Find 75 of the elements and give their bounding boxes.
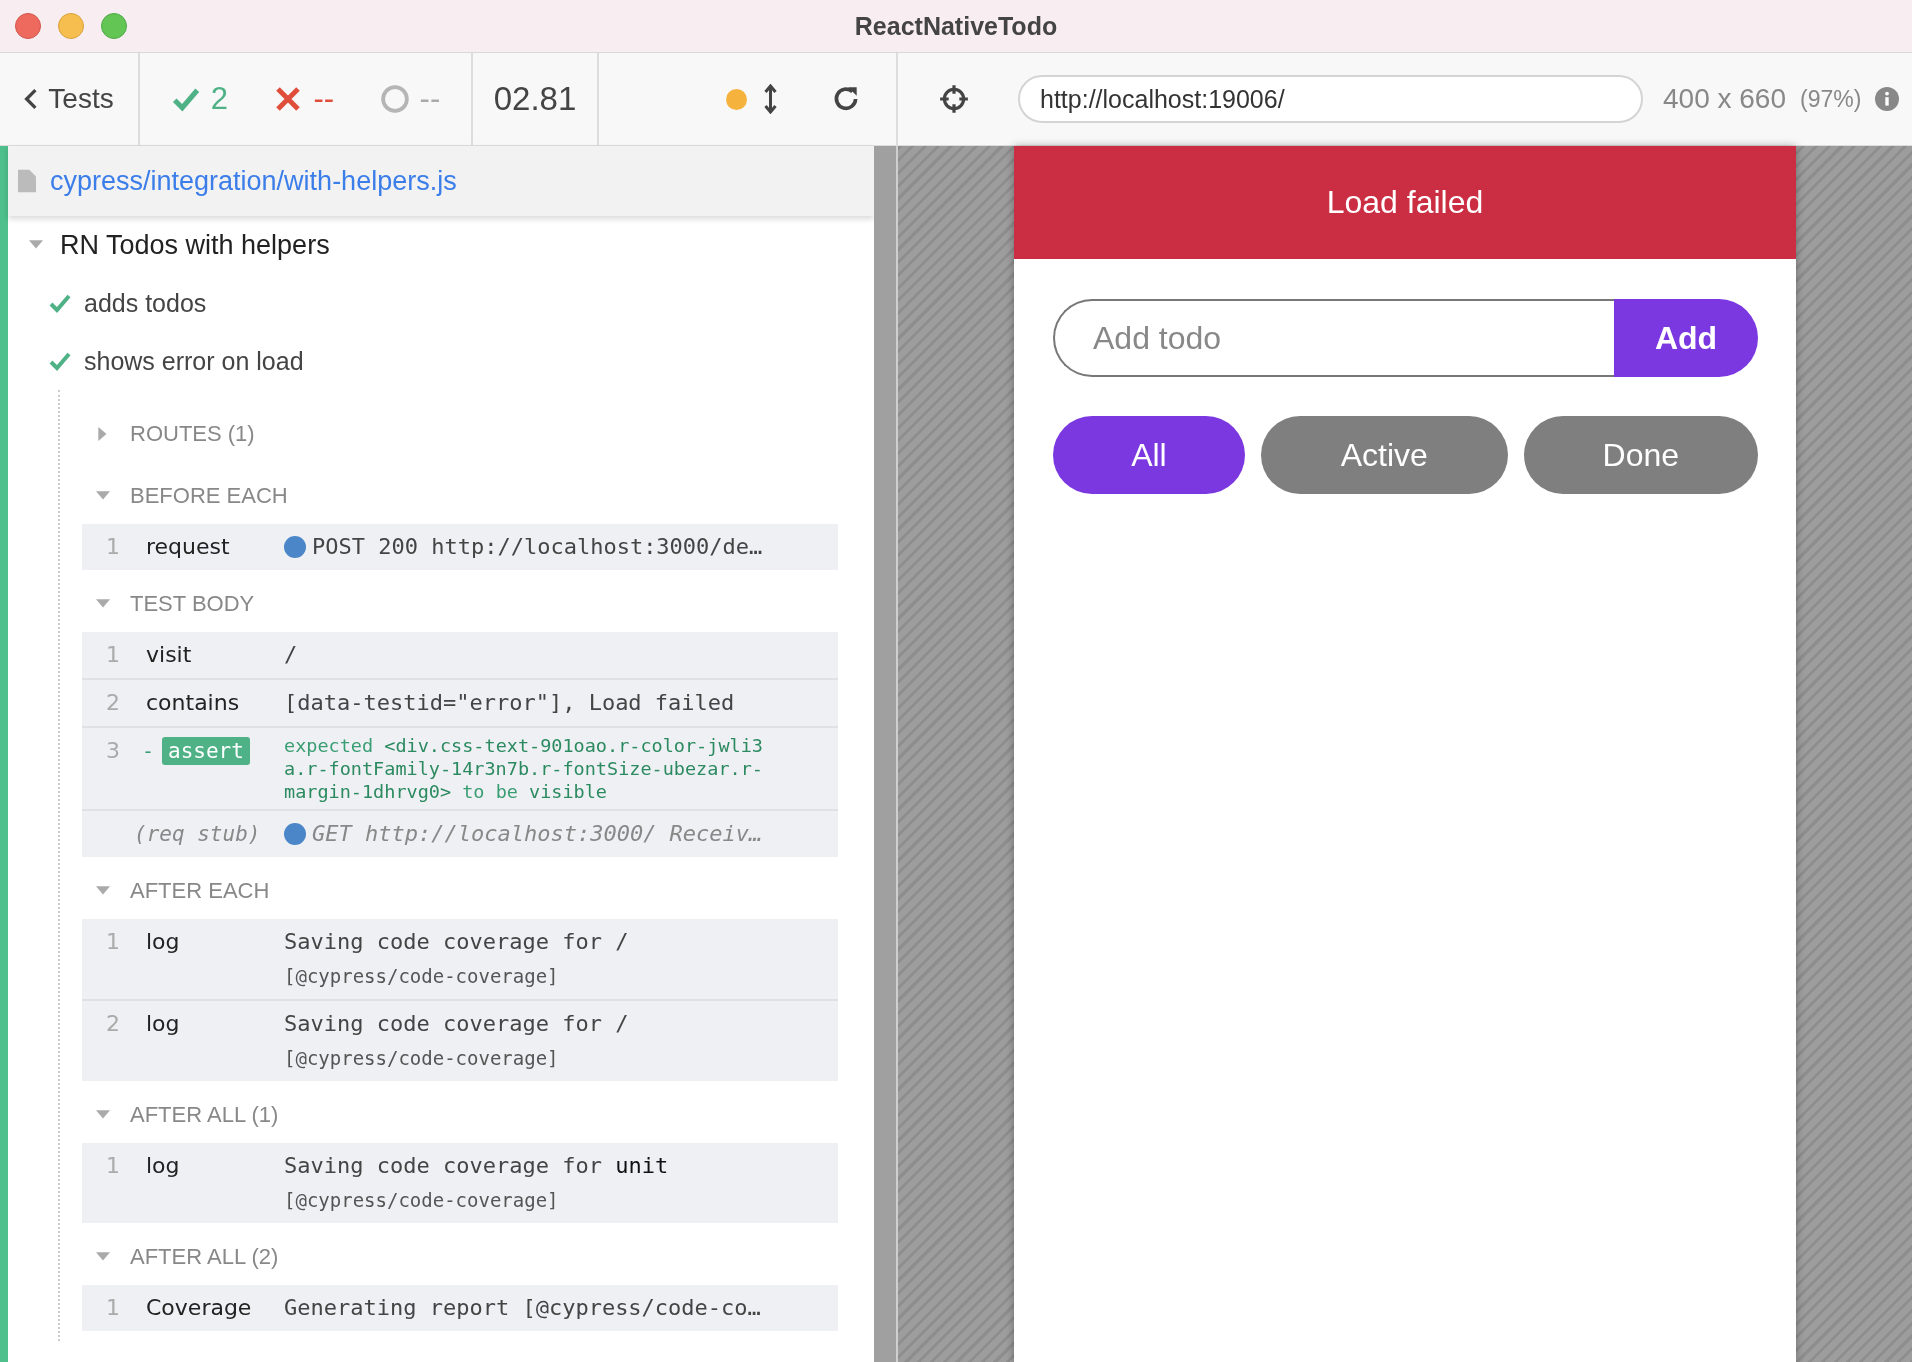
command-message: expected <div.css-text-901oao.r-color-jwli3a.r-fontFamily-14r3n7b.r-fontSize-ubezar.r-margin-1dhrvg0> to be visible — [284, 734, 764, 803]
line-number: 2 — [105, 1010, 120, 1038]
command-message: / — [284, 641, 298, 669]
add-button[interactable]: Add — [1614, 299, 1758, 377]
section-title[interactable]: AFTER ALL (1) — [130, 1102, 279, 1128]
line-number: 3 — [105, 737, 120, 765]
test-title[interactable]: adds todos — [84, 288, 207, 318]
line-number: 2 — [105, 689, 120, 717]
command-name: assert — [162, 737, 250, 765]
todo-input-field[interactable]: Add todo — [1053, 299, 1614, 377]
status-dot-icon — [726, 88, 747, 110]
close-button[interactable] — [15, 13, 41, 39]
command-row[interactable]: 3 - assert expected <div.css-text-901oao.r-color-jwli3a.r-fontFamily-14r3n7b.r-fontSize-ubezar.r-margin-1dhrvg0> to be visible — [82, 728, 838, 811]
filter-button[interactable]: Done — [1523, 416, 1758, 494]
line-number: 1 — [105, 1294, 120, 1322]
command-detail: [@cypress/code-coverage] — [284, 1046, 560, 1071]
filter-button[interactable]: All — [1053, 416, 1245, 494]
command-row[interactable]: 2 contains [data-testid="error"], Load failed — [82, 680, 838, 728]
spec-file-link[interactable]: cypress/integration/with-helpers.js — [50, 165, 457, 197]
command-message: Saving code coverage for / — [284, 1010, 629, 1038]
line-number: 1 — [105, 533, 120, 561]
line-number: 1 — [105, 641, 120, 669]
line-number: 1 — [105, 1152, 120, 1180]
command-message: Saving code coverage for / — [284, 928, 629, 956]
scale-percent: (97%) — [1800, 85, 1862, 113]
pending-count: -- — [419, 81, 441, 117]
maximize-button[interactable] — [101, 13, 127, 39]
command-name: contains — [146, 689, 240, 717]
command-message: Generating report [@cypress/code-co… — [284, 1294, 761, 1322]
crosshair-icon[interactable] — [938, 83, 970, 115]
command-name: log — [146, 1010, 180, 1038]
file-icon — [18, 169, 36, 193]
section-title[interactable]: AFTER ALL (2) — [130, 1244, 279, 1270]
back-button[interactable]: Tests — [20, 79, 118, 119]
filter-button[interactable]: Active — [1260, 416, 1508, 494]
command-message: GET http://localhost:3000/ Receiv… — [312, 820, 763, 848]
suite-title[interactable]: RN Todos with helpers — [60, 229, 330, 261]
section-title[interactable]: TEST BODY — [130, 591, 255, 617]
passed-count: 2 — [210, 81, 228, 117]
chevron-left-icon — [24, 88, 39, 110]
viewport-size: 400 x 660 — [1663, 83, 1786, 115]
pending-icon — [379, 84, 410, 114]
command-row[interactable]: 1 Coverage Generating report [@cypress/code-co… — [82, 1285, 838, 1331]
command-message: Saving code coverage for unit — [284, 1152, 669, 1180]
command-name: request — [146, 533, 230, 561]
dash-mark: - — [142, 739, 155, 763]
command-detail: [@cypress/code-coverage] — [284, 964, 560, 989]
command-message: POST 200 http://localhost:3000/de… — [312, 533, 763, 561]
command-row[interactable]: 2 log Saving code coverage for / [@cypress/code-coverage] — [82, 1001, 838, 1081]
command-detail: [@cypress/code-coverage] — [284, 1188, 560, 1213]
up-down-arrow-icon[interactable] — [763, 84, 778, 114]
command-message: [data-testid="error"], Load failed — [284, 689, 735, 717]
error-banner: Load failed — [1014, 146, 1796, 259]
scrollbar[interactable] — [874, 146, 896, 1362]
command-row[interactable]: 1 log Saving code coverage for unit [@cypress/code-coverage] — [82, 1143, 838, 1223]
url-field[interactable]: http://localhost:19006/ — [1018, 75, 1643, 123]
command-name: log — [146, 1152, 180, 1180]
minimize-button[interactable] — [58, 13, 84, 39]
command-row[interactable]: (req stub) GET http://localhost:3000/ Receiv… — [82, 811, 838, 857]
command-row[interactable]: 1 visit / — [82, 632, 838, 680]
command-name: visit — [146, 641, 192, 669]
info-icon[interactable] — [1875, 87, 1900, 111]
section-title[interactable]: AFTER EACH — [130, 878, 270, 904]
window-title: ReactNativeTodo — [854, 11, 1058, 41]
command-name: Coverage — [146, 1294, 252, 1322]
duration: 02.81 — [493, 80, 577, 118]
command-name: (req stub) — [134, 821, 261, 848]
command-row[interactable]: 1 log Saving code coverage for / [@cypress/code-coverage] — [82, 919, 838, 1001]
command-name: log — [146, 928, 180, 956]
section-title[interactable]: BEFORE EACH — [130, 483, 288, 509]
test-title[interactable]: shows error on load — [84, 346, 304, 376]
line-number: 1 — [105, 928, 120, 956]
command-row[interactable]: 1 request POST 200 http://localhost:3000/de… — [82, 524, 838, 570]
failed-count: -- — [313, 81, 335, 117]
section-title[interactable]: ROUTES (1) — [130, 421, 255, 447]
